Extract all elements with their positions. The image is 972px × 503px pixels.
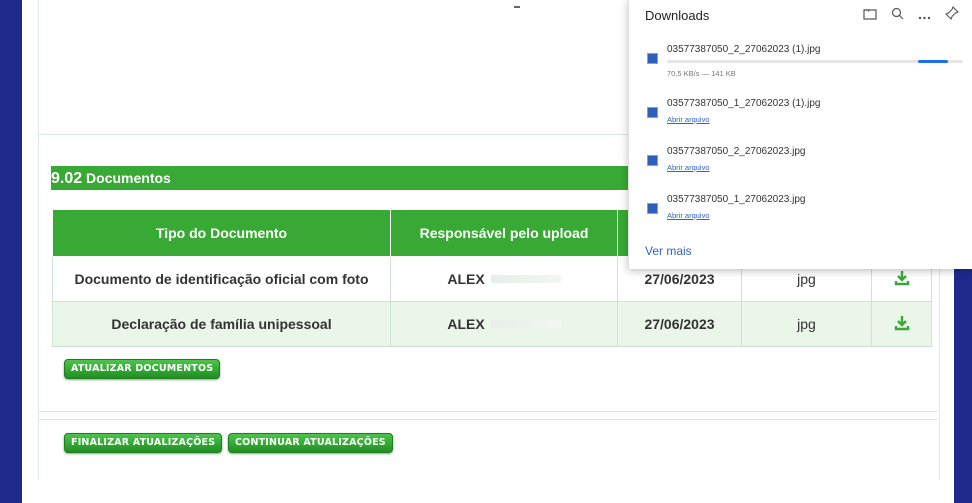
table-row: Declaração de família unipessoal ALEX 27… <box>52 301 932 347</box>
downloads-title: Downloads <box>645 8 710 23</box>
responsavel-name: ALEX <box>447 316 485 332</box>
download-icon[interactable] <box>893 314 911 332</box>
section-title: Documentos <box>86 170 171 186</box>
folder-icon[interactable] <box>863 7 877 23</box>
download-item[interactable]: 03577387050_1_27062023 (1).jpg Abrir arq… <box>645 98 965 138</box>
divider <box>38 411 938 412</box>
continuar-atualizacoes-button[interactable]: CONTINUAR ATUALIZAÇÕES <box>228 433 393 453</box>
download-file-name: 03577387050_1_27062023 (1).jpg <box>667 98 821 109</box>
open-file-link[interactable]: Abrir arquivo <box>667 115 710 124</box>
redacted-text <box>490 320 561 328</box>
search-icon[interactable] <box>891 7 904 23</box>
finalizar-atualizacoes-button[interactable]: FINALIZAR ATUALIZAÇÕES <box>64 433 223 453</box>
redacted-text <box>490 275 561 283</box>
more-icon[interactable] <box>918 7 931 23</box>
cell-responsavel: ALEX <box>390 256 618 302</box>
cell-responsavel: ALEX <box>390 301 618 347</box>
left-edge-bar <box>0 0 22 503</box>
download-file-name: 03577387050_2_27062023 (1).jpg <box>667 44 821 55</box>
file-icon <box>647 155 658 166</box>
cell-tipo: Documento de identificação oficial com f… <box>52 256 391 302</box>
scroll-marker <box>514 6 520 8</box>
column-header-tipo: Tipo do Documento <box>52 209 391 257</box>
section-number: 9.02 <box>51 170 83 187</box>
download-item[interactable]: 03577387050_2_27062023 (1).jpg 70,5 KB/s… <box>645 44 965 84</box>
file-icon <box>647 53 658 64</box>
pin-icon[interactable] <box>945 6 959 23</box>
cell-download <box>871 301 932 347</box>
download-status: 70,5 KB/s — 141 KB <box>667 69 736 78</box>
file-icon <box>647 203 658 214</box>
download-progress-fill <box>918 60 948 63</box>
download-file-name: 03577387050_1_27062023.jpg <box>667 194 806 205</box>
open-file-link[interactable]: Abrir arquivo <box>667 163 710 172</box>
cell-extensao: jpg <box>741 301 872 347</box>
cell-tipo: Declaração de família unipessoal <box>52 301 391 347</box>
download-item[interactable]: 03577387050_1_27062023.jpg Abrir arquivo <box>645 194 965 234</box>
responsavel-name: ALEX <box>447 271 485 287</box>
divider <box>38 419 938 420</box>
column-header-responsavel: Responsável pelo upload <box>390 209 618 257</box>
section-header: 9.02 Documentos <box>51 166 641 190</box>
file-icon <box>647 107 658 118</box>
download-progress-bar <box>667 60 963 63</box>
atualizar-documentos-button[interactable]: ATUALIZAR DOCUMENTOS <box>64 359 221 379</box>
download-item[interactable]: 03577387050_2_27062023.jpg Abrir arquivo <box>645 146 965 186</box>
downloads-toolbar <box>863 6 959 23</box>
cell-data: 27/06/2023 <box>617 301 742 347</box>
download-icon[interactable] <box>893 269 911 287</box>
downloads-panel: Downloads 03577387050_2_27062023 (1).jpg… <box>628 0 972 269</box>
download-file-name: 03577387050_2_27062023.jpg <box>667 146 806 157</box>
see-more-link[interactable]: Ver mais <box>645 244 692 258</box>
open-file-link[interactable]: Abrir arquivo <box>667 211 710 220</box>
